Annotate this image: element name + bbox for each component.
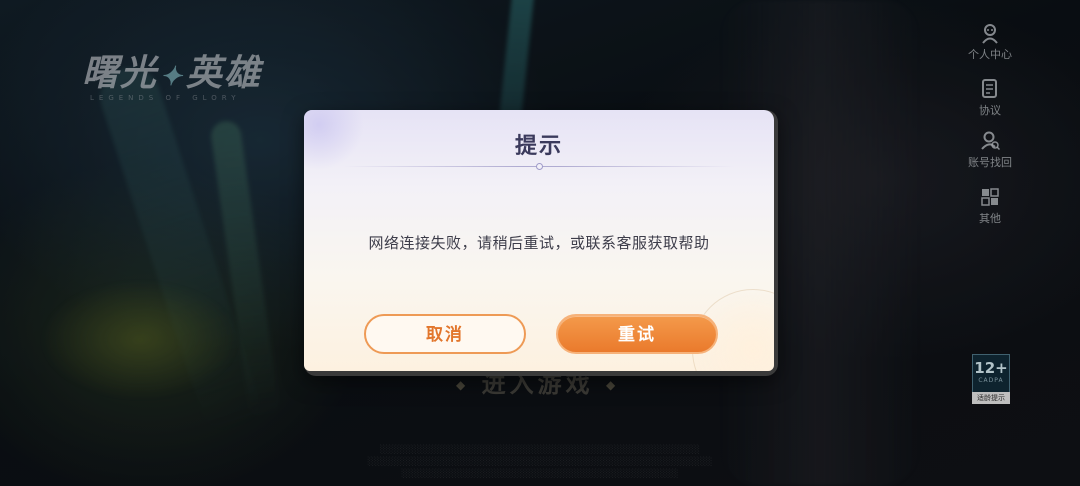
cancel-button[interactable]: 取消 <box>364 314 526 354</box>
network-error-dialog: 提示 网络连接失败，请稍后重试，或联系客服获取帮助 取消 重试 <box>304 110 778 376</box>
dialog-message: 网络连接失败，请稍后重试，或联系客服获取帮助 <box>368 234 710 252</box>
dialog-body: 提示 网络连接失败，请稍后重试，或联系客服获取帮助 取消 重试 <box>304 110 774 371</box>
retry-button[interactable]: 重试 <box>556 314 718 354</box>
dialog-title: 提示 <box>514 134 563 159</box>
divider-ornament-icon <box>536 163 543 170</box>
